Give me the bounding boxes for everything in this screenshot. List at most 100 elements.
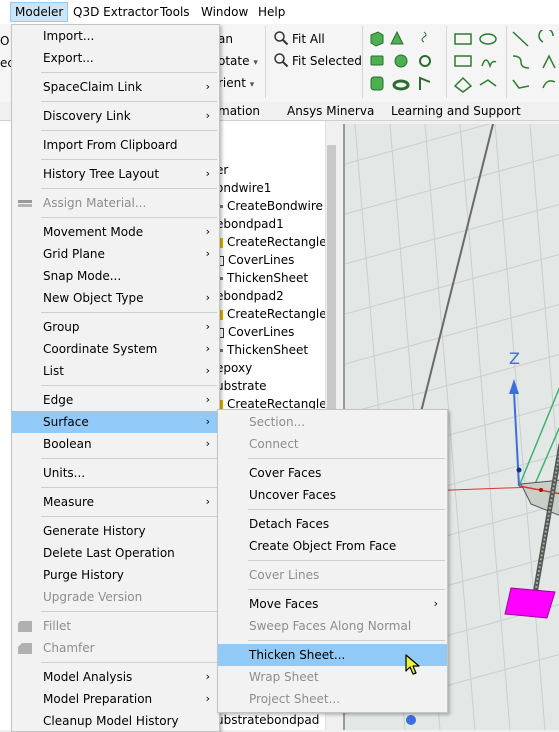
menu-item-coordinate-system[interactable]: Coordinate System ›: [12, 338, 219, 360]
menu-item-purge-history[interactable]: Purge History: [12, 564, 219, 586]
menu-modeler[interactable]: Modeler: [10, 2, 69, 22]
mouse-cursor-icon: [405, 654, 420, 675]
tree-item[interactable]: CreateRectangle: [218, 305, 327, 323]
menu-item-history-tree-layout[interactable]: History Tree Layout ›: [12, 163, 219, 185]
menu-separator: [41, 611, 217, 612]
menu-item-upgrade-version: Upgrade Version: [43, 590, 143, 604]
submenu-arrow-icon: ›: [205, 393, 210, 406]
menu-item-discovery-link[interactable]: Discovery Link ›: [12, 105, 219, 127]
fit-all-icon: [274, 31, 289, 46]
submenu-arrow-icon: ›: [205, 364, 210, 377]
menu-separator: [41, 385, 217, 386]
menu-separator: [248, 458, 445, 459]
material-icon: [18, 200, 32, 207]
submenu-arrow-icon: ›: [205, 167, 210, 180]
menu-item-units[interactable]: Units...: [12, 462, 219, 484]
submenu-arrow-icon: ›: [205, 225, 210, 238]
dropdown-arrow-icon: ▾: [249, 80, 255, 90]
tree-item[interactable]: ubstratebondpad: [216, 711, 319, 729]
menu-item-chamfer: Chamfer: [12, 637, 219, 659]
menu-item-delete-last-operation[interactable]: Delete Last Operation: [12, 542, 219, 564]
project-tree-edge: [0, 121, 11, 730]
menu-separator: [41, 516, 217, 517]
menu-item-import[interactable]: Import...: [12, 25, 219, 47]
fillet-icon: [18, 621, 32, 632]
submenu-arrow-icon: ›: [205, 415, 210, 428]
submenu-arrow-icon: ›: [205, 247, 210, 260]
menu-item-detach-faces[interactable]: Detach Faces: [218, 513, 447, 535]
menu-separator: [248, 589, 445, 590]
menu-separator: [41, 487, 217, 488]
line-tools-icons[interactable]: [510, 30, 559, 94]
menu-separator: [41, 312, 217, 313]
ribbon-orient-label[interactable]: rient ▾: [218, 76, 254, 90]
menu-item-model-analysis[interactable]: Model Analysis ›: [12, 666, 219, 688]
menu-item-export[interactable]: Export...: [12, 47, 219, 69]
z-axis-label: Z: [509, 349, 520, 368]
menu-help[interactable]: Help: [254, 3, 289, 21]
tab-learning-support[interactable]: Learning and Support: [391, 104, 521, 118]
chamfer-icon: [18, 643, 32, 654]
tree-item[interactable]: ebondpad2: [216, 287, 284, 305]
primitives-2d-icons[interactable]: [452, 30, 502, 94]
tree-scrollbar-thumb[interactable]: [327, 145, 336, 420]
tree-item[interactable]: ubstrate: [216, 377, 267, 395]
menu-item-list[interactable]: List ›: [12, 360, 219, 382]
menu-item-sweep-faces-along-normal: Sweep Faces Along Normal: [249, 619, 412, 633]
menu-item-surface[interactable]: Surface ›: [12, 411, 219, 433]
menu-item-model-preparation[interactable]: Model Preparation ›: [12, 688, 219, 710]
menu-separator: [41, 662, 217, 663]
tree-item[interactable]: ondwire1: [216, 179, 271, 197]
tree-item[interactable]: ThickenSheet: [218, 269, 308, 287]
menu-window[interactable]: Window: [197, 3, 252, 21]
modeler-menu: Import... Export... SpaceClaim Link › Dis…: [11, 24, 220, 732]
menu-item-movement-mode[interactable]: Movement Mode ›: [12, 221, 219, 243]
menu-item-cover-lines: Cover Lines: [249, 568, 320, 582]
submenu-arrow-icon: ›: [205, 109, 210, 122]
ribbon-divider: [506, 26, 507, 98]
menu-item-spaceclaim-link[interactable]: SpaceClaim Link ›: [12, 76, 219, 98]
menu-item-boolean[interactable]: Boolean ›: [12, 433, 219, 455]
menu-item-measure[interactable]: Measure ›: [12, 491, 219, 513]
menu-separator: [248, 640, 445, 641]
menu-item-cleanup-model-history[interactable]: Cleanup Model History: [12, 710, 219, 732]
tree-item[interactable]: CreateBondwire: [218, 197, 323, 215]
menu-item-generate-history[interactable]: Generate History: [12, 520, 219, 542]
ribbon-divider: [265, 26, 266, 98]
tab-automation[interactable]: mation: [218, 104, 260, 118]
menu-separator: [41, 72, 217, 73]
submenu-arrow-icon: ›: [205, 80, 210, 93]
menu-item-uncover-faces[interactable]: Uncover Faces: [218, 484, 447, 506]
menu-item-edge[interactable]: Edge ›: [12, 389, 219, 411]
tab-ansys-minerva[interactable]: Ansys Minerva: [287, 104, 374, 118]
menu-item-grid-plane[interactable]: Grid Plane ›: [12, 243, 219, 265]
menu-tools[interactable]: Tools: [156, 3, 194, 21]
fit-selected-button[interactable]: Fit Selected: [292, 54, 362, 68]
menu-separator: [41, 188, 217, 189]
menu-q3d-extractor[interactable]: Q3D Extractor: [69, 3, 162, 21]
tree-item[interactable]: ThickenSheet: [218, 341, 308, 359]
menu-separator: [41, 101, 217, 102]
menu-separator: [248, 509, 445, 510]
submenu-arrow-icon: ›: [205, 320, 210, 333]
ribbon-pan-label[interactable]: an: [218, 32, 233, 46]
menu-separator: [41, 458, 217, 459]
menu-item-snap-mode[interactable]: Snap Mode...: [12, 265, 219, 287]
menu-item-create-object-from-face[interactable]: Create Object From Face: [218, 535, 447, 557]
tree-item[interactable]: CreateRectangle: [218, 233, 327, 251]
menu-item-group[interactable]: Group ›: [12, 316, 219, 338]
fit-all-button[interactable]: Fit All: [292, 32, 325, 46]
tree-item[interactable]: CoverLines: [218, 251, 294, 269]
tree-item[interactable]: ebondpad1: [216, 215, 284, 233]
submenu-arrow-icon: ›: [205, 692, 210, 705]
ribbon-rotate-label[interactable]: otate ▾: [218, 54, 258, 68]
tree-item[interactable]: epoxy: [216, 359, 252, 377]
ribbon-fragment: O: [0, 34, 10, 48]
menu-item-import-from-clipboard[interactable]: Import From Clipboard: [12, 134, 219, 156]
menu-item-cover-faces[interactable]: Cover Faces: [218, 462, 447, 484]
menu-item-move-faces[interactable]: Move Faces ›: [218, 593, 447, 615]
menu-item-new-object-type[interactable]: New Object Type ›: [12, 287, 219, 309]
menu-separator: [41, 130, 217, 131]
tree-item[interactable]: CoverLines: [218, 323, 294, 341]
menu-item-project-sheet: Project Sheet...: [249, 692, 341, 706]
